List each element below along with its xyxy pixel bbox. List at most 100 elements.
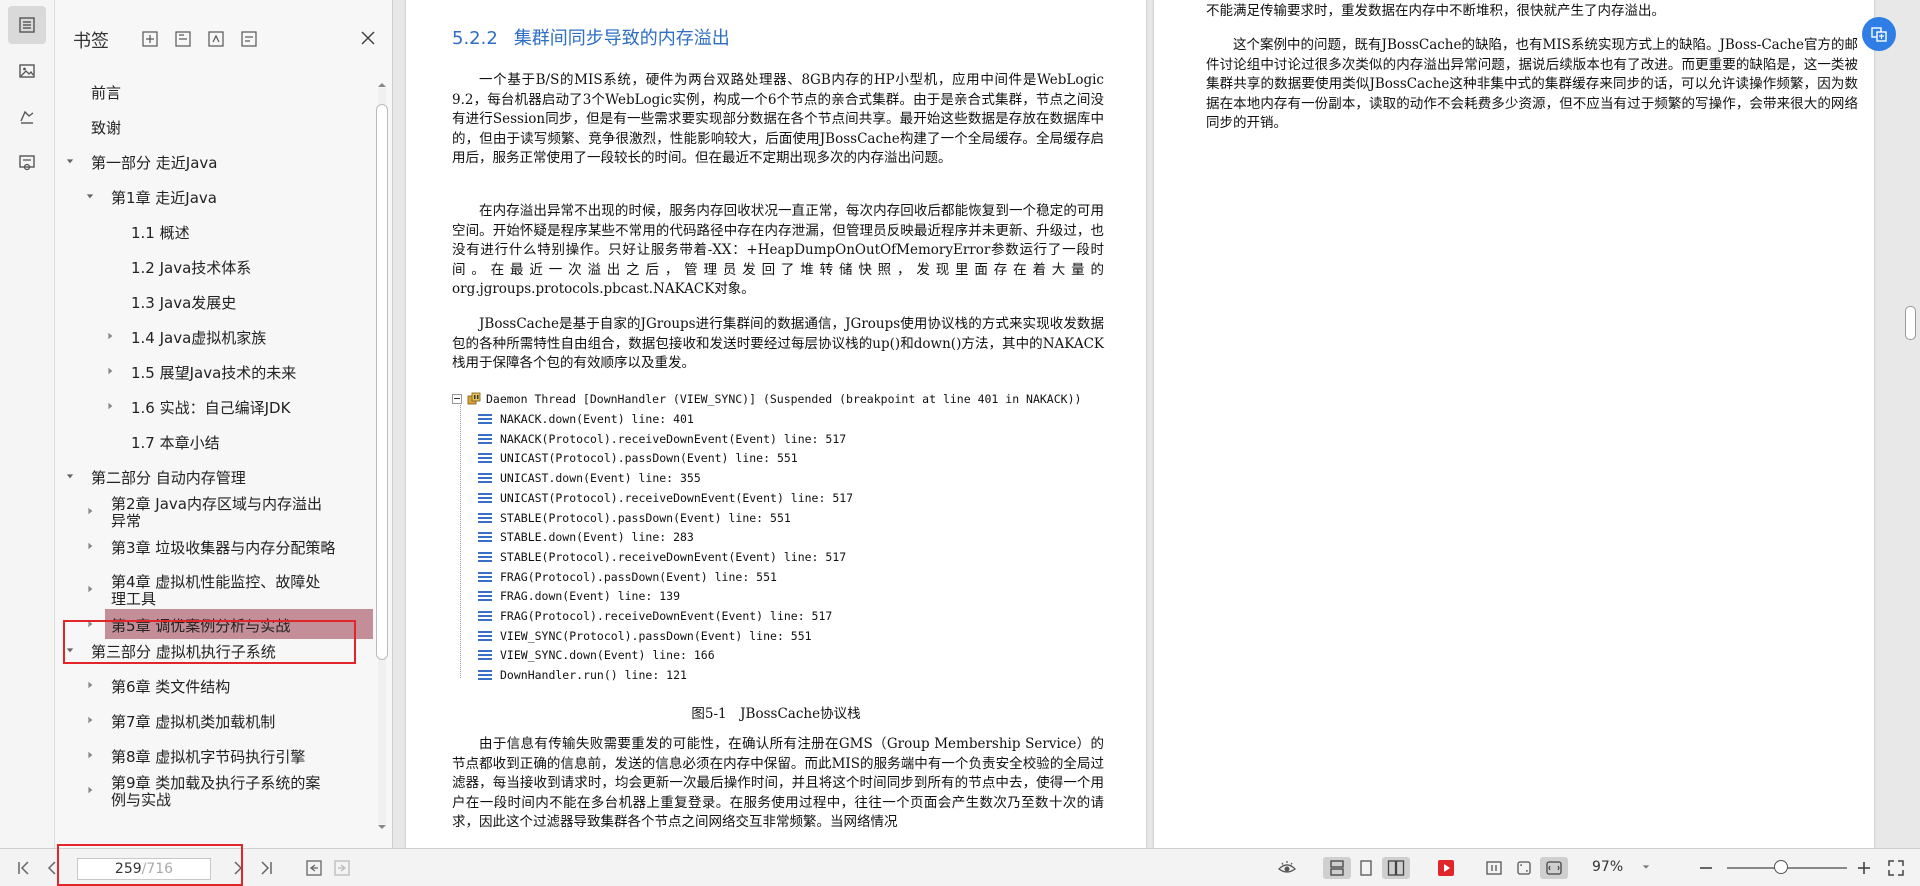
caret-right-icon[interactable] — [83, 783, 97, 797]
bookmark-item[interactable]: 前言 — [55, 76, 373, 106]
bookmark-item-label: 第6章 类文件结构 — [111, 678, 231, 696]
bookmark-item[interactable]: 第9章 类加载及执行子系统的案例与实战 — [55, 775, 373, 809]
bookmark-panel-header: 书签 — [55, 0, 393, 76]
add-bookmark-icon[interactable] — [205, 28, 227, 50]
bookmark-scroll-thumb[interactable] — [376, 104, 388, 660]
continuous-scroll-button[interactable] — [1323, 857, 1351, 879]
stack-frame-row: STABLE(Protocol).receiveDownEvent(Event)… — [478, 549, 846, 565]
document-viewport[interactable]: 5.2.2 集群间同步导致的内存溢出 一个基于B/S的MIS系统，硬件为两台双路处… — [394, 0, 1920, 848]
first-page-button[interactable] — [12, 857, 36, 879]
fit-page-button[interactable] — [1512, 857, 1536, 879]
minus-icon — [1700, 867, 1712, 869]
zoom-out-button[interactable] — [1694, 857, 1718, 879]
bookmark-item[interactable]: 第4章 虚拟机性能监控、故障处理工具 — [55, 574, 373, 608]
fullscreen-button[interactable] — [1884, 857, 1908, 879]
paragraph: 不能满足传输要求时，重发数据在内存中不断堆积，很快就产生了内存溢出。 — [1206, 3, 1665, 19]
bookmark-item-label: 第3章 垃圾收集器与内存分配策略 — [111, 539, 336, 557]
collapse-all-icon[interactable] — [172, 28, 194, 50]
translate-float-button[interactable] — [1862, 17, 1896, 51]
stack-frame-icon — [478, 591, 492, 602]
bookmark-item[interactable]: 第3章 垃圾收集器与内存分配策略 — [55, 531, 373, 561]
bookmark-tree: 前言致谢第一部分 走近Java 第1章 走近Java 1.1 概述 1.2 Java技… — [55, 76, 373, 836]
play-slideshow-button[interactable] — [1434, 857, 1458, 879]
caret-down-icon[interactable] — [63, 643, 77, 657]
bookmark-item[interactable]: 第7章 虚拟机类加载机制 — [55, 705, 373, 735]
certificate-icon[interactable] — [8, 144, 46, 182]
stack-frame-label: VIEW_SYNC.down(Event) line: 166 — [500, 648, 715, 663]
bookmark-item[interactable]: 1.7 本章小结 — [55, 426, 373, 456]
caret-right-icon[interactable] — [103, 399, 117, 413]
bookmark-item[interactable]: 1.4 Java虚拟机家族 — [55, 321, 373, 351]
eye-care-button[interactable] — [1275, 857, 1299, 879]
paragraph: 这个案例中的问题，既有JBossCache的缺陷，也有MIS系统实现方式上的缺陷… — [1206, 37, 1858, 132]
caret-down-icon[interactable] — [63, 469, 77, 483]
caret-down-icon[interactable] — [63, 154, 77, 168]
stack-frame-icon — [478, 611, 492, 621]
stack-frame-icon — [478, 532, 492, 543]
page-number-input[interactable]: 259/716 — [77, 858, 211, 880]
bookmark-item[interactable]: 1.1 概述 — [55, 216, 373, 246]
document-scrollbar[interactable] — [1900, 0, 1920, 848]
image-icon[interactable] — [8, 52, 46, 90]
bookmark-list-icon[interactable] — [8, 6, 46, 44]
last-page-button[interactable] — [254, 857, 278, 879]
bookmark-item[interactable]: 第三部分 虚拟机执行子系统 — [55, 635, 373, 665]
bookmark-item[interactable]: 1.5 展望Java技术的未来 — [55, 356, 373, 386]
paragraph: 由于信息有传输失败需要重发的可能性，在确认所有注册在GMS（Group Memb… — [452, 736, 1104, 831]
caret-right-icon[interactable] — [83, 617, 97, 631]
fullscreen-icon — [1888, 860, 1904, 876]
bookmark-item[interactable]: 1.2 Java技术体系 — [55, 251, 373, 281]
scroll-down-arrow-icon[interactable] — [377, 822, 387, 832]
caret-right-icon[interactable] — [83, 539, 97, 553]
document-scroll-thumb[interactable] — [1905, 306, 1916, 340]
caret-right-icon[interactable] — [103, 364, 117, 378]
two-page-button[interactable] — [1382, 857, 1410, 879]
previous-page-button[interactable] — [40, 857, 64, 879]
bookmark-item-label: 第8章 虚拟机字节码执行引擎 — [111, 748, 306, 766]
next-page-button[interactable] — [226, 857, 250, 879]
fit-page-icon — [1517, 861, 1531, 875]
chevron-left-icon — [47, 861, 56, 875]
bookmark-scrollbar[interactable] — [373, 76, 391, 836]
bookmark-item-label: 致谢 — [91, 119, 122, 137]
caret-right-icon[interactable] — [83, 678, 97, 692]
zoom-in-button[interactable] — [1852, 857, 1876, 879]
stack-frame-label: UNICAST(Protocol).receiveDownEvent(Event… — [500, 490, 854, 505]
expand-all-icon[interactable] — [139, 28, 161, 50]
actual-size-button[interactable] — [1482, 857, 1506, 879]
bookmark-item[interactable]: 第8章 虚拟机字节码执行引擎 — [55, 740, 373, 770]
bookmark-item[interactable]: 第1章 走近Java — [55, 181, 373, 211]
stack-frame-label: STABLE.down(Event) line: 283 — [500, 530, 694, 545]
bookmark-item-label: 第三部分 虚拟机执行子系统 — [91, 643, 276, 661]
signature-icon[interactable] — [8, 98, 46, 136]
caret-right-icon[interactable] — [83, 504, 97, 518]
single-page-button[interactable] — [1354, 857, 1378, 879]
stack-frame-row: STABLE(Protocol).passDown(Event) line: 5… — [478, 510, 791, 526]
stack-frame-row: UNICAST(Protocol).receiveDownEvent(Event… — [478, 490, 853, 506]
bookmark-item[interactable]: 1.3 Java发展史 — [55, 286, 373, 316]
bookmark-item[interactable]: 1.6 实战：自己编译JDK — [55, 391, 373, 421]
bookmark-item[interactable]: 第一部分 走近Java — [55, 146, 373, 176]
bookmark-item[interactable]: 第6章 类文件结构 — [55, 670, 373, 700]
forward-view-button[interactable] — [330, 857, 354, 879]
plus-icon — [1858, 862, 1870, 874]
actual-size-icon — [1486, 861, 1502, 875]
back-view-button[interactable] — [302, 857, 326, 879]
bookmark-item[interactable]: 第2章 Java内存区域与内存溢出异常 — [55, 496, 373, 530]
zoom-slider-handle[interactable] — [1774, 860, 1788, 874]
fit-width-button[interactable] — [1540, 857, 1568, 879]
stack-frame-label: NAKACK.down(Event) line: 401 — [500, 412, 694, 426]
caret-right-icon[interactable] — [103, 329, 117, 343]
bookmark-item-label: 第二部分 自动内存管理 — [91, 469, 246, 487]
bookmark-item[interactable]: 第二部分 自动内存管理 — [55, 461, 373, 491]
bookmark-properties-icon[interactable] — [238, 28, 260, 50]
close-icon[interactable] — [357, 27, 379, 49]
zoom-level-select[interactable]: 97% — [1592, 859, 1672, 879]
caret-right-icon[interactable] — [83, 582, 97, 596]
caret-down-icon[interactable] — [83, 189, 97, 203]
bookmark-item[interactable]: 致谢 — [55, 111, 373, 141]
forward-view-icon — [334, 860, 350, 876]
single-page-icon — [1360, 860, 1372, 876]
caret-right-icon[interactable] — [83, 748, 97, 762]
caret-right-icon[interactable] — [83, 713, 97, 727]
